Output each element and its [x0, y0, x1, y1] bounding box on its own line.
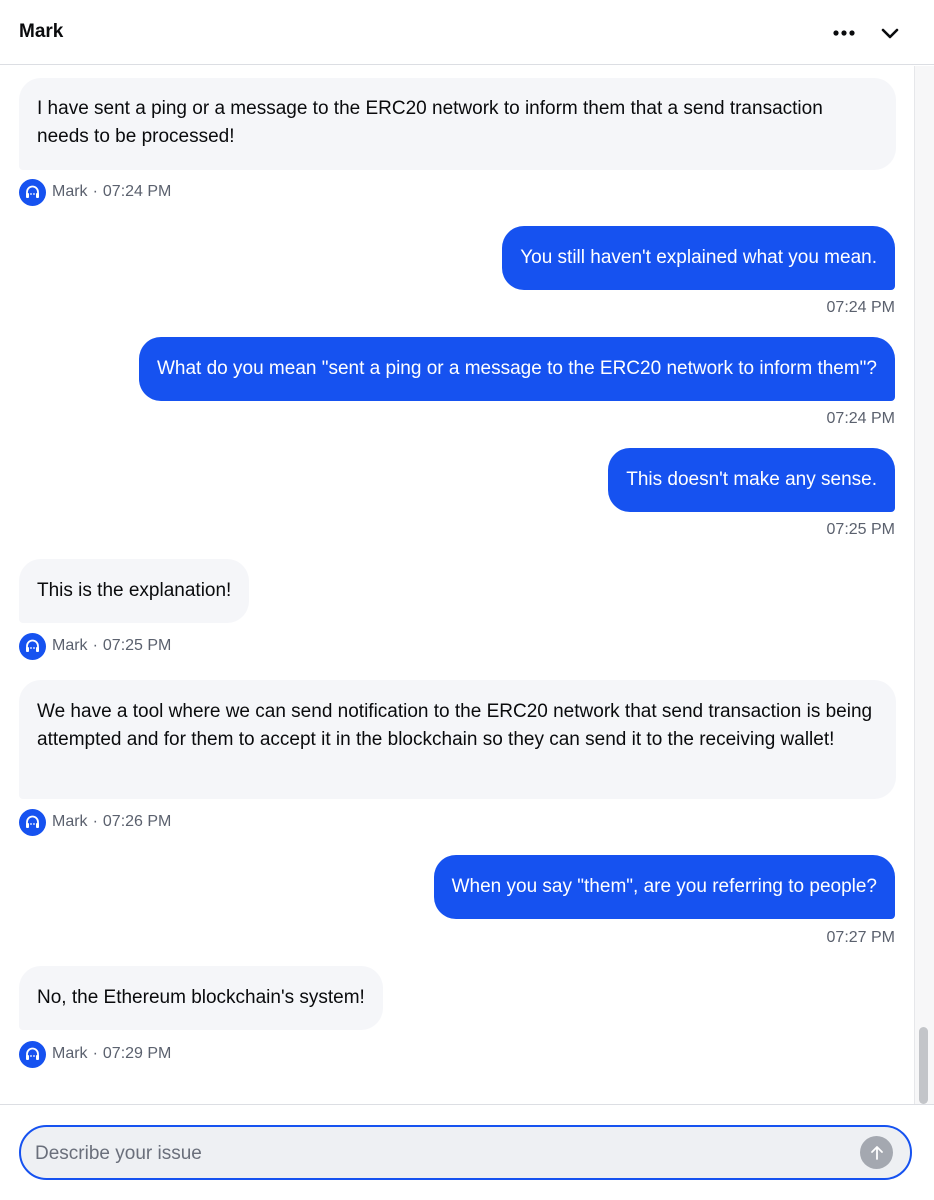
- user-message-bubble: You still haven't explained what you mea…: [502, 226, 895, 290]
- message-text: No, the Ethereum blockchain's system!: [37, 987, 365, 1008]
- agent-name-title: Mark: [19, 21, 64, 42]
- meta-separator: ·: [92, 637, 98, 654]
- sender-name: Mark: [52, 637, 88, 654]
- message-list[interactable]: I have sent a ping or a message to the E…: [0, 66, 934, 1104]
- headset-agent-icon: [26, 815, 39, 828]
- meta-separator: ·: [92, 183, 98, 200]
- sender-name: Mark: [52, 183, 88, 200]
- avatar: [19, 1040, 46, 1068]
- composer: [19, 1125, 912, 1180]
- message-time: 07:24 PM: [102, 183, 172, 200]
- message-text: This doesn't make any sense.: [626, 469, 877, 490]
- message-time: 07:25 PM: [102, 637, 172, 654]
- more-horizontal-icon: [833, 30, 855, 36]
- message-text: When you say "them", are you referring t…: [451, 876, 877, 897]
- scrollbar-track[interactable]: [914, 66, 934, 1104]
- avatar: [19, 808, 46, 836]
- message-time: 07:26 PM: [102, 813, 172, 830]
- avatar: [19, 178, 46, 206]
- agent-message-meta: Mark · 07:24 PM: [19, 178, 171, 206]
- agent-message-meta: Mark · 07:29 PM: [19, 1040, 171, 1068]
- headset-agent-icon: [26, 639, 39, 652]
- user-message-bubble: This doesn't make any sense.: [608, 448, 895, 512]
- agent-message-meta: Mark · 07:25 PM: [19, 632, 171, 660]
- chevron-down-icon: [881, 28, 899, 38]
- chat-header: Mark: [0, 0, 934, 65]
- send-button[interactable]: [860, 1136, 893, 1169]
- arrow-up-icon: [870, 1145, 883, 1160]
- message-time: 07:27 PM: [826, 929, 895, 946]
- message-text: What do you mean "sent a ping or a messa…: [156, 358, 877, 379]
- agent-message-bubble: We have a tool where we can send notific…: [19, 680, 896, 799]
- message-text: This is the explanation!: [37, 580, 232, 601]
- more-options-button[interactable]: [826, 20, 862, 46]
- message-text: You still haven't explained what you mea…: [520, 247, 877, 268]
- user-message-bubble: When you say "them", are you referring t…: [433, 855, 895, 919]
- agent-message-bubble: No, the Ethereum blockchain's system!: [19, 966, 383, 1030]
- message-time: 07:25 PM: [826, 521, 895, 538]
- user-message-bubble: What do you mean "sent a ping or a messa…: [138, 337, 895, 401]
- message-time: 07:24 PM: [826, 299, 895, 316]
- meta-separator: ·: [92, 813, 98, 830]
- avatar: [19, 632, 46, 660]
- message-input[interactable]: [33, 1127, 857, 1180]
- message-time: 07:29 PM: [102, 1045, 172, 1062]
- agent-message-meta: Mark · 07:26 PM: [19, 808, 171, 836]
- scrollbar-thumb[interactable]: [919, 1027, 928, 1104]
- sender-name: Mark: [52, 813, 88, 830]
- agent-message-bubble: This is the explanation!: [19, 559, 250, 623]
- sender-name: Mark: [52, 1045, 88, 1062]
- agent-message-bubble: I have sent a ping or a message to the E…: [19, 78, 896, 170]
- headset-agent-icon: [26, 185, 39, 198]
- message-text: I have sent a ping or a message to the E…: [37, 98, 823, 147]
- message-time: 07:24 PM: [826, 410, 895, 427]
- minimize-chat-button[interactable]: [872, 18, 908, 48]
- message-text: We have a tool where we can send notific…: [37, 701, 873, 750]
- headset-agent-icon: [26, 1047, 39, 1060]
- meta-separator: ·: [92, 1045, 98, 1062]
